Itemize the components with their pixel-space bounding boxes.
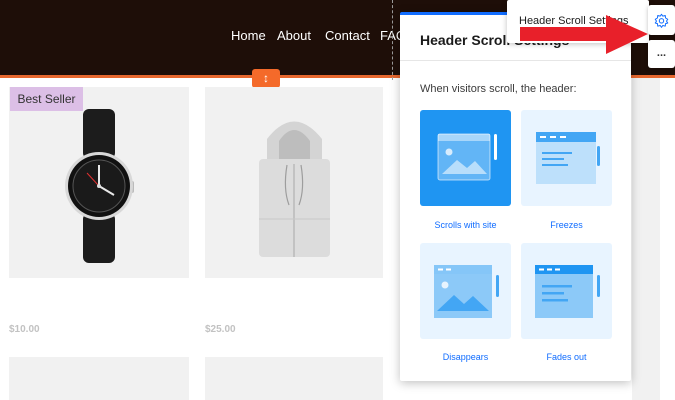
option-label-scrolls-with-site: Scrolls with site [434, 220, 497, 230]
option-freezes[interactable] [521, 110, 612, 206]
nav-item-home[interactable]: Home [231, 28, 266, 43]
option-scrolls-with-site[interactable] [420, 110, 511, 206]
header-scroll-settings-panel: Header Scroll Settings When visitors scr… [400, 12, 631, 381]
panel-description: When visitors scroll, the header: [420, 83, 577, 95]
product-card[interactable] [205, 357, 383, 400]
page-background-strip [632, 78, 660, 400]
disappear-preview-icon [434, 265, 499, 318]
best-seller-badge: Best Seller [10, 87, 83, 111]
nav-item-faq-clip: FAQ [378, 20, 400, 50]
option-label-freezes: Freezes [550, 220, 583, 230]
more-actions-label: ... [656, 47, 667, 59]
header-resize-handle[interactable]: ↕ [252, 69, 280, 88]
more-actions-button[interactable]: ... [648, 40, 675, 68]
option-fades-out[interactable] [521, 243, 612, 339]
product-price: $10.00 [9, 324, 40, 335]
nav-item-faq[interactable]: FAQ [380, 28, 400, 43]
option-label-fades-out: Fades out [546, 352, 587, 362]
scroll-preview-icon [437, 133, 497, 181]
product-card-watch[interactable] [9, 87, 189, 278]
nav-item-contact[interactable]: Contact [325, 28, 370, 43]
option-disappears[interactable] [420, 243, 511, 339]
nav-item-about[interactable]: About [277, 28, 311, 43]
product-card[interactable] [9, 357, 189, 400]
option-label-disappears: Disappears [442, 352, 489, 362]
section-guide-line [392, 0, 393, 80]
gear-icon [654, 13, 669, 28]
settings-button[interactable] [648, 5, 675, 35]
annotation-arrow [520, 15, 648, 54]
freeze-preview-icon [536, 132, 600, 184]
watch-image [65, 109, 134, 263]
fade-preview-icon [535, 265, 600, 318]
product-price: $25.00 [205, 324, 236, 335]
panel-divider [400, 60, 631, 61]
product-card-hoodie[interactable] [205, 87, 383, 278]
hoodie-image [259, 121, 330, 257]
